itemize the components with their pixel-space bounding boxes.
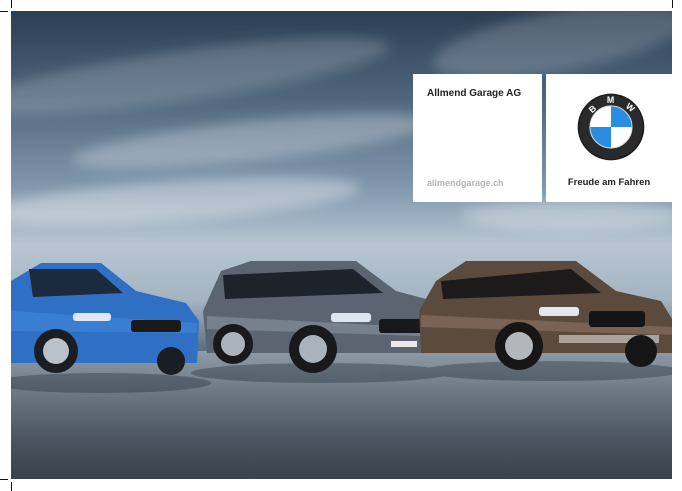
crop-mark-top-left-v	[11, 0, 12, 8]
dealer-name: Allmend Garage AG	[427, 88, 522, 99]
svg-text:M: M	[607, 95, 614, 105]
crop-mark-top-left-h	[0, 11, 8, 12]
crop-mark-bottom-left-v	[11, 482, 12, 491]
crop-mark-bottom-left-h	[0, 479, 8, 480]
dealer-panel: Allmend Garage AG allmendgarage.ch	[413, 74, 542, 202]
ground-reflections	[11, 361, 672, 393]
brand-slogan: Freude am Fahren	[567, 177, 651, 188]
dealer-website[interactable]: allmendgarage.ch	[427, 178, 504, 188]
bronze-car	[419, 261, 672, 370]
grey-car	[203, 261, 451, 373]
bmw-advertisement: Allmend Garage AG allmendgarage.ch B M W…	[11, 11, 672, 479]
brand-panel: B M W Freude am Fahren	[546, 74, 672, 202]
crop-mark-top-right-v	[672, 0, 673, 8]
blue-car	[11, 263, 199, 375]
bmw-logo-icon: B M W	[577, 93, 645, 161]
